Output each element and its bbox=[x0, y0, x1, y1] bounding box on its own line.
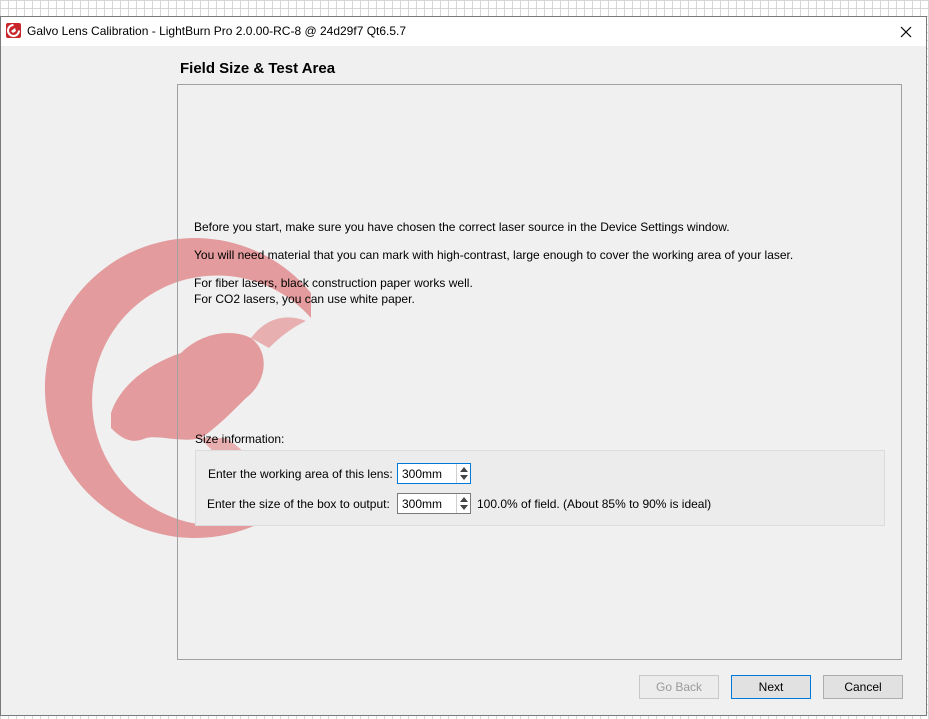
working-area-label: Enter the working area of this lens: bbox=[208, 467, 393, 481]
spin-up-icon[interactable] bbox=[460, 467, 468, 472]
co2-laser-note: For CO2 lasers, you can use white paper. bbox=[194, 292, 415, 306]
window-title: Galvo Lens Calibration - LightBurn Pro 2… bbox=[27, 24, 407, 38]
size-info-group bbox=[195, 450, 885, 526]
lightburn-logo-icon bbox=[6, 23, 21, 38]
close-icon[interactable] bbox=[886, 17, 926, 46]
material-paragraph: You will need material that you can mark… bbox=[194, 248, 794, 262]
next-button[interactable]: Next bbox=[731, 675, 811, 699]
working-area-value[interactable]: 300mm bbox=[402, 467, 442, 481]
box-size-spinbox[interactable]: 300mm bbox=[397, 493, 471, 514]
fiber-laser-note: For fiber lasers, black construction pap… bbox=[194, 276, 473, 290]
cancel-button[interactable]: Cancel bbox=[823, 675, 903, 699]
box-size-spin-arrows[interactable] bbox=[456, 494, 470, 513]
box-size-value[interactable]: 300mm bbox=[402, 497, 442, 511]
intro-paragraph: Before you start, make sure you have cho… bbox=[194, 220, 730, 234]
go-back-button[interactable]: Go Back bbox=[639, 675, 719, 699]
size-info-label: Size information: bbox=[195, 432, 285, 446]
working-area-spinbox[interactable]: 300mm bbox=[397, 463, 471, 484]
box-size-label: Enter the size of the box to output: bbox=[207, 497, 390, 511]
spin-down-icon[interactable] bbox=[460, 475, 468, 480]
title-bar[interactable]: Galvo Lens Calibration - LightBurn Pro 2… bbox=[1, 17, 926, 46]
page-title: Field Size & Test Area bbox=[180, 60, 336, 77]
content-frame bbox=[177, 84, 902, 660]
spin-up-icon[interactable] bbox=[460, 497, 468, 502]
working-area-spin-arrows[interactable] bbox=[456, 464, 470, 483]
spin-down-icon[interactable] bbox=[460, 505, 468, 510]
field-percentage-note: 100.0% of field. (About 85% to 90% is id… bbox=[477, 497, 712, 511]
